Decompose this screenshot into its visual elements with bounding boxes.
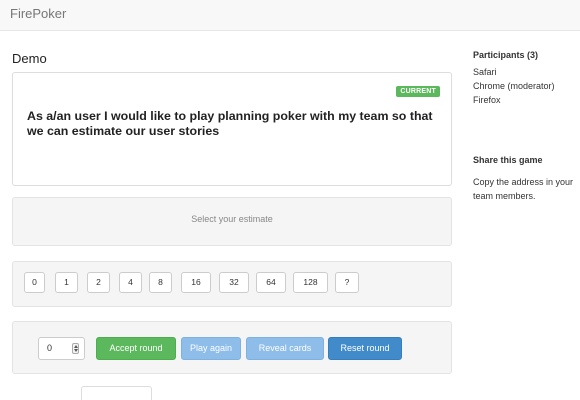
card-32[interactable]: 32 bbox=[219, 272, 249, 293]
number-spinner-icon[interactable] bbox=[72, 343, 79, 354]
card-64[interactable]: 64 bbox=[256, 272, 286, 293]
participant-item: Firefox bbox=[473, 95, 501, 105]
accept-round-button[interactable]: Accept round bbox=[96, 337, 176, 360]
card-1[interactable]: 1 bbox=[55, 272, 78, 293]
estimate-input[interactable]: 0 bbox=[38, 337, 85, 360]
card-8[interactable]: 8 bbox=[149, 272, 172, 293]
cards-panel: 0 1 2 4 8 16 32 64 128 ? bbox=[12, 261, 452, 307]
game-title: Demo bbox=[12, 51, 47, 66]
card-128[interactable]: 128 bbox=[293, 272, 328, 293]
story-panel: CURRENT As a/an user I would like to pla… bbox=[12, 72, 452, 186]
estimate-panel: Select your estimate bbox=[12, 197, 452, 246]
card-unknown[interactable]: ? bbox=[335, 272, 359, 293]
brand-logo[interactable]: FirePoker bbox=[10, 6, 66, 21]
participants-heading: Participants (3) bbox=[473, 50, 539, 60]
play-again-button[interactable]: Play again bbox=[181, 337, 241, 360]
story-text: As a/an user I would like to play planni… bbox=[27, 109, 433, 138]
participant-item: Safari bbox=[473, 67, 497, 77]
reset-round-button[interactable]: Reset round bbox=[328, 337, 402, 360]
controls-panel: 0 Accept round Play again Reveal cards R… bbox=[12, 321, 452, 374]
card-2[interactable]: 2 bbox=[87, 272, 110, 293]
current-badge: CURRENT bbox=[396, 86, 440, 97]
share-text: Copy the address in your team members. bbox=[473, 177, 574, 201]
participant-item: Chrome (moderator) bbox=[473, 81, 555, 91]
tab-active[interactable] bbox=[81, 386, 152, 400]
reveal-cards-button[interactable]: Reveal cards bbox=[246, 337, 324, 360]
story-tabs bbox=[0, 386, 300, 400]
card-4[interactable]: 4 bbox=[119, 272, 142, 293]
estimate-input-value: 0 bbox=[47, 343, 53, 353]
estimate-prompt: Select your estimate bbox=[191, 214, 273, 224]
card-16[interactable]: 16 bbox=[181, 272, 211, 293]
share-heading: Share this game bbox=[473, 155, 543, 165]
navbar: FirePoker bbox=[0, 0, 580, 31]
sidebar: Participants (3) Safari Chrome (moderato… bbox=[473, 50, 580, 201]
card-0[interactable]: 0 bbox=[24, 272, 45, 293]
